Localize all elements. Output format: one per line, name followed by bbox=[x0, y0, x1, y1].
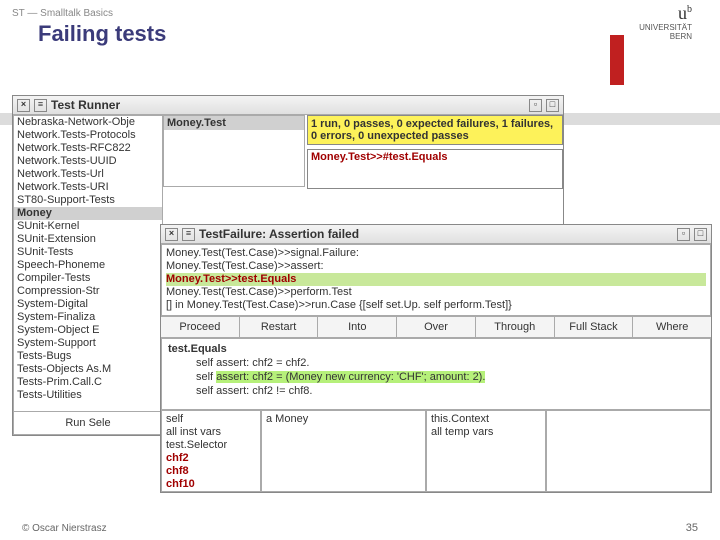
debugger-button[interactable]: Over bbox=[397, 317, 476, 337]
category-item[interactable]: Network.Tests-URI bbox=[14, 181, 162, 194]
debugger-button[interactable]: Into bbox=[318, 317, 397, 337]
debugger-titlebar[interactable]: × ≡ TestFailure: Assertion failed ▫ □ bbox=[161, 225, 711, 244]
category-item[interactable]: Tests-Prim.Call.C bbox=[14, 376, 162, 389]
window-title: TestFailure: Assertion failed bbox=[199, 227, 359, 241]
stack-list[interactable]: Money.Test(Test.Case)>>signal.Failure:Mo… bbox=[161, 244, 711, 316]
var-item[interactable]: chf8 bbox=[166, 465, 256, 478]
category-item[interactable]: SUnit-Extension bbox=[14, 233, 162, 246]
category-item[interactable]: Network.Tests-UUID bbox=[14, 155, 162, 168]
category-item[interactable]: Tests-Utilities bbox=[14, 389, 162, 402]
var-item[interactable]: all inst vars bbox=[166, 426, 256, 439]
run-status: 1 run, 0 passes, 0 expected failures, 1 … bbox=[307, 115, 563, 145]
failures-list[interactable]: Money.Test>>#test.Equals bbox=[307, 149, 563, 189]
collapse-icon[interactable]: ▫ bbox=[677, 228, 690, 241]
var-item[interactable]: chf10 bbox=[166, 478, 256, 491]
var-item[interactable]: this.Context bbox=[431, 413, 541, 426]
context-vars[interactable]: this.Contextall temp vars bbox=[426, 410, 546, 492]
stack-frame[interactable]: Money.Test(Test.Case)>>signal.Failure: bbox=[166, 247, 706, 260]
stack-frame[interactable]: Money.Test(Test.Case)>>assert: bbox=[166, 260, 706, 273]
stack-frame[interactable]: Money.Test(Test.Case)>>perform.Test bbox=[166, 286, 706, 299]
category-item[interactable]: SUnit-Tests bbox=[14, 246, 162, 259]
category-item[interactable]: System-Digital bbox=[14, 298, 162, 311]
debugger-toolbar: ProceedRestartIntoOverThroughFull StackW… bbox=[161, 316, 711, 338]
stack-frame[interactable]: [] in Money.Test(Test.Case)>>run.Case {[… bbox=[166, 299, 706, 312]
debugger-button[interactable]: Where bbox=[633, 317, 711, 337]
category-item[interactable]: Speech-Phoneme bbox=[14, 259, 162, 272]
close-icon[interactable]: × bbox=[17, 99, 30, 112]
var-item[interactable]: test.Selector bbox=[166, 439, 256, 452]
category-item[interactable]: Network.Tests-Protocols bbox=[14, 129, 162, 142]
category-item[interactable]: Nebraska-Network-Obje bbox=[14, 116, 162, 129]
receiver-value[interactable]: a Money bbox=[261, 410, 426, 492]
run-selected-button[interactable]: Run Sele bbox=[13, 412, 163, 435]
category-item[interactable]: Network.Tests-RFC822 bbox=[14, 142, 162, 155]
var-item[interactable]: chf2 bbox=[166, 452, 256, 465]
university-logo: ub UNIVERSITÄT BERN bbox=[639, 4, 692, 41]
collapse-icon[interactable]: ▫ bbox=[529, 99, 542, 112]
code-pane[interactable]: test.Equals self assert: chf2 = chf2. se… bbox=[161, 338, 711, 410]
footer-copyright: © Oscar Nierstrasz bbox=[22, 523, 107, 534]
menu-icon[interactable]: ≡ bbox=[182, 228, 195, 241]
expand-icon[interactable]: □ bbox=[694, 228, 707, 241]
context-value[interactable] bbox=[546, 410, 711, 492]
category-item[interactable]: Compression-Str bbox=[14, 285, 162, 298]
test-runner-titlebar[interactable]: × ≡ Test Runner ▫ □ bbox=[13, 96, 563, 115]
category-item[interactable]: SUnit-Kernel bbox=[14, 220, 162, 233]
category-item[interactable]: Money bbox=[14, 207, 162, 220]
category-item[interactable]: Tests-Objects As.M bbox=[14, 363, 162, 376]
receiver-vars[interactable]: selfall inst varstest.Selectorchf2chf8ch… bbox=[161, 410, 261, 492]
category-item[interactable]: System-Support bbox=[14, 337, 162, 350]
expand-icon[interactable]: □ bbox=[546, 99, 559, 112]
window-title: Test Runner bbox=[51, 98, 120, 112]
category-item[interactable]: Network.Tests-Url bbox=[14, 168, 162, 181]
category-item[interactable]: Tests-Bugs bbox=[14, 350, 162, 363]
debugger-button[interactable]: Through bbox=[476, 317, 555, 337]
var-item[interactable]: self bbox=[166, 413, 256, 426]
category-list[interactable]: Nebraska-Network-ObjeNetwork.Tests-Proto… bbox=[13, 115, 163, 412]
page-number: 35 bbox=[686, 522, 698, 534]
breadcrumb: ST — Smalltalk Basics bbox=[0, 0, 720, 19]
stack-frame[interactable]: Money.Test>>test.Equals bbox=[166, 273, 706, 286]
debugger-button[interactable]: Restart bbox=[240, 317, 319, 337]
menu-icon[interactable]: ≡ bbox=[34, 99, 47, 112]
close-icon[interactable]: × bbox=[165, 228, 178, 241]
debugger-button[interactable]: Full Stack bbox=[555, 317, 634, 337]
class-list[interactable]: Money.Test bbox=[163, 115, 305, 187]
category-item[interactable]: System-Object E bbox=[14, 324, 162, 337]
var-item[interactable]: all temp vars bbox=[431, 426, 541, 439]
category-item[interactable]: Compiler-Tests bbox=[14, 272, 162, 285]
category-item[interactable]: System-Finaliza bbox=[14, 311, 162, 324]
debugger-button[interactable]: Proceed bbox=[161, 317, 240, 337]
logo-red-bar bbox=[610, 35, 624, 85]
category-item[interactable]: ST80-Support-Tests bbox=[14, 194, 162, 207]
